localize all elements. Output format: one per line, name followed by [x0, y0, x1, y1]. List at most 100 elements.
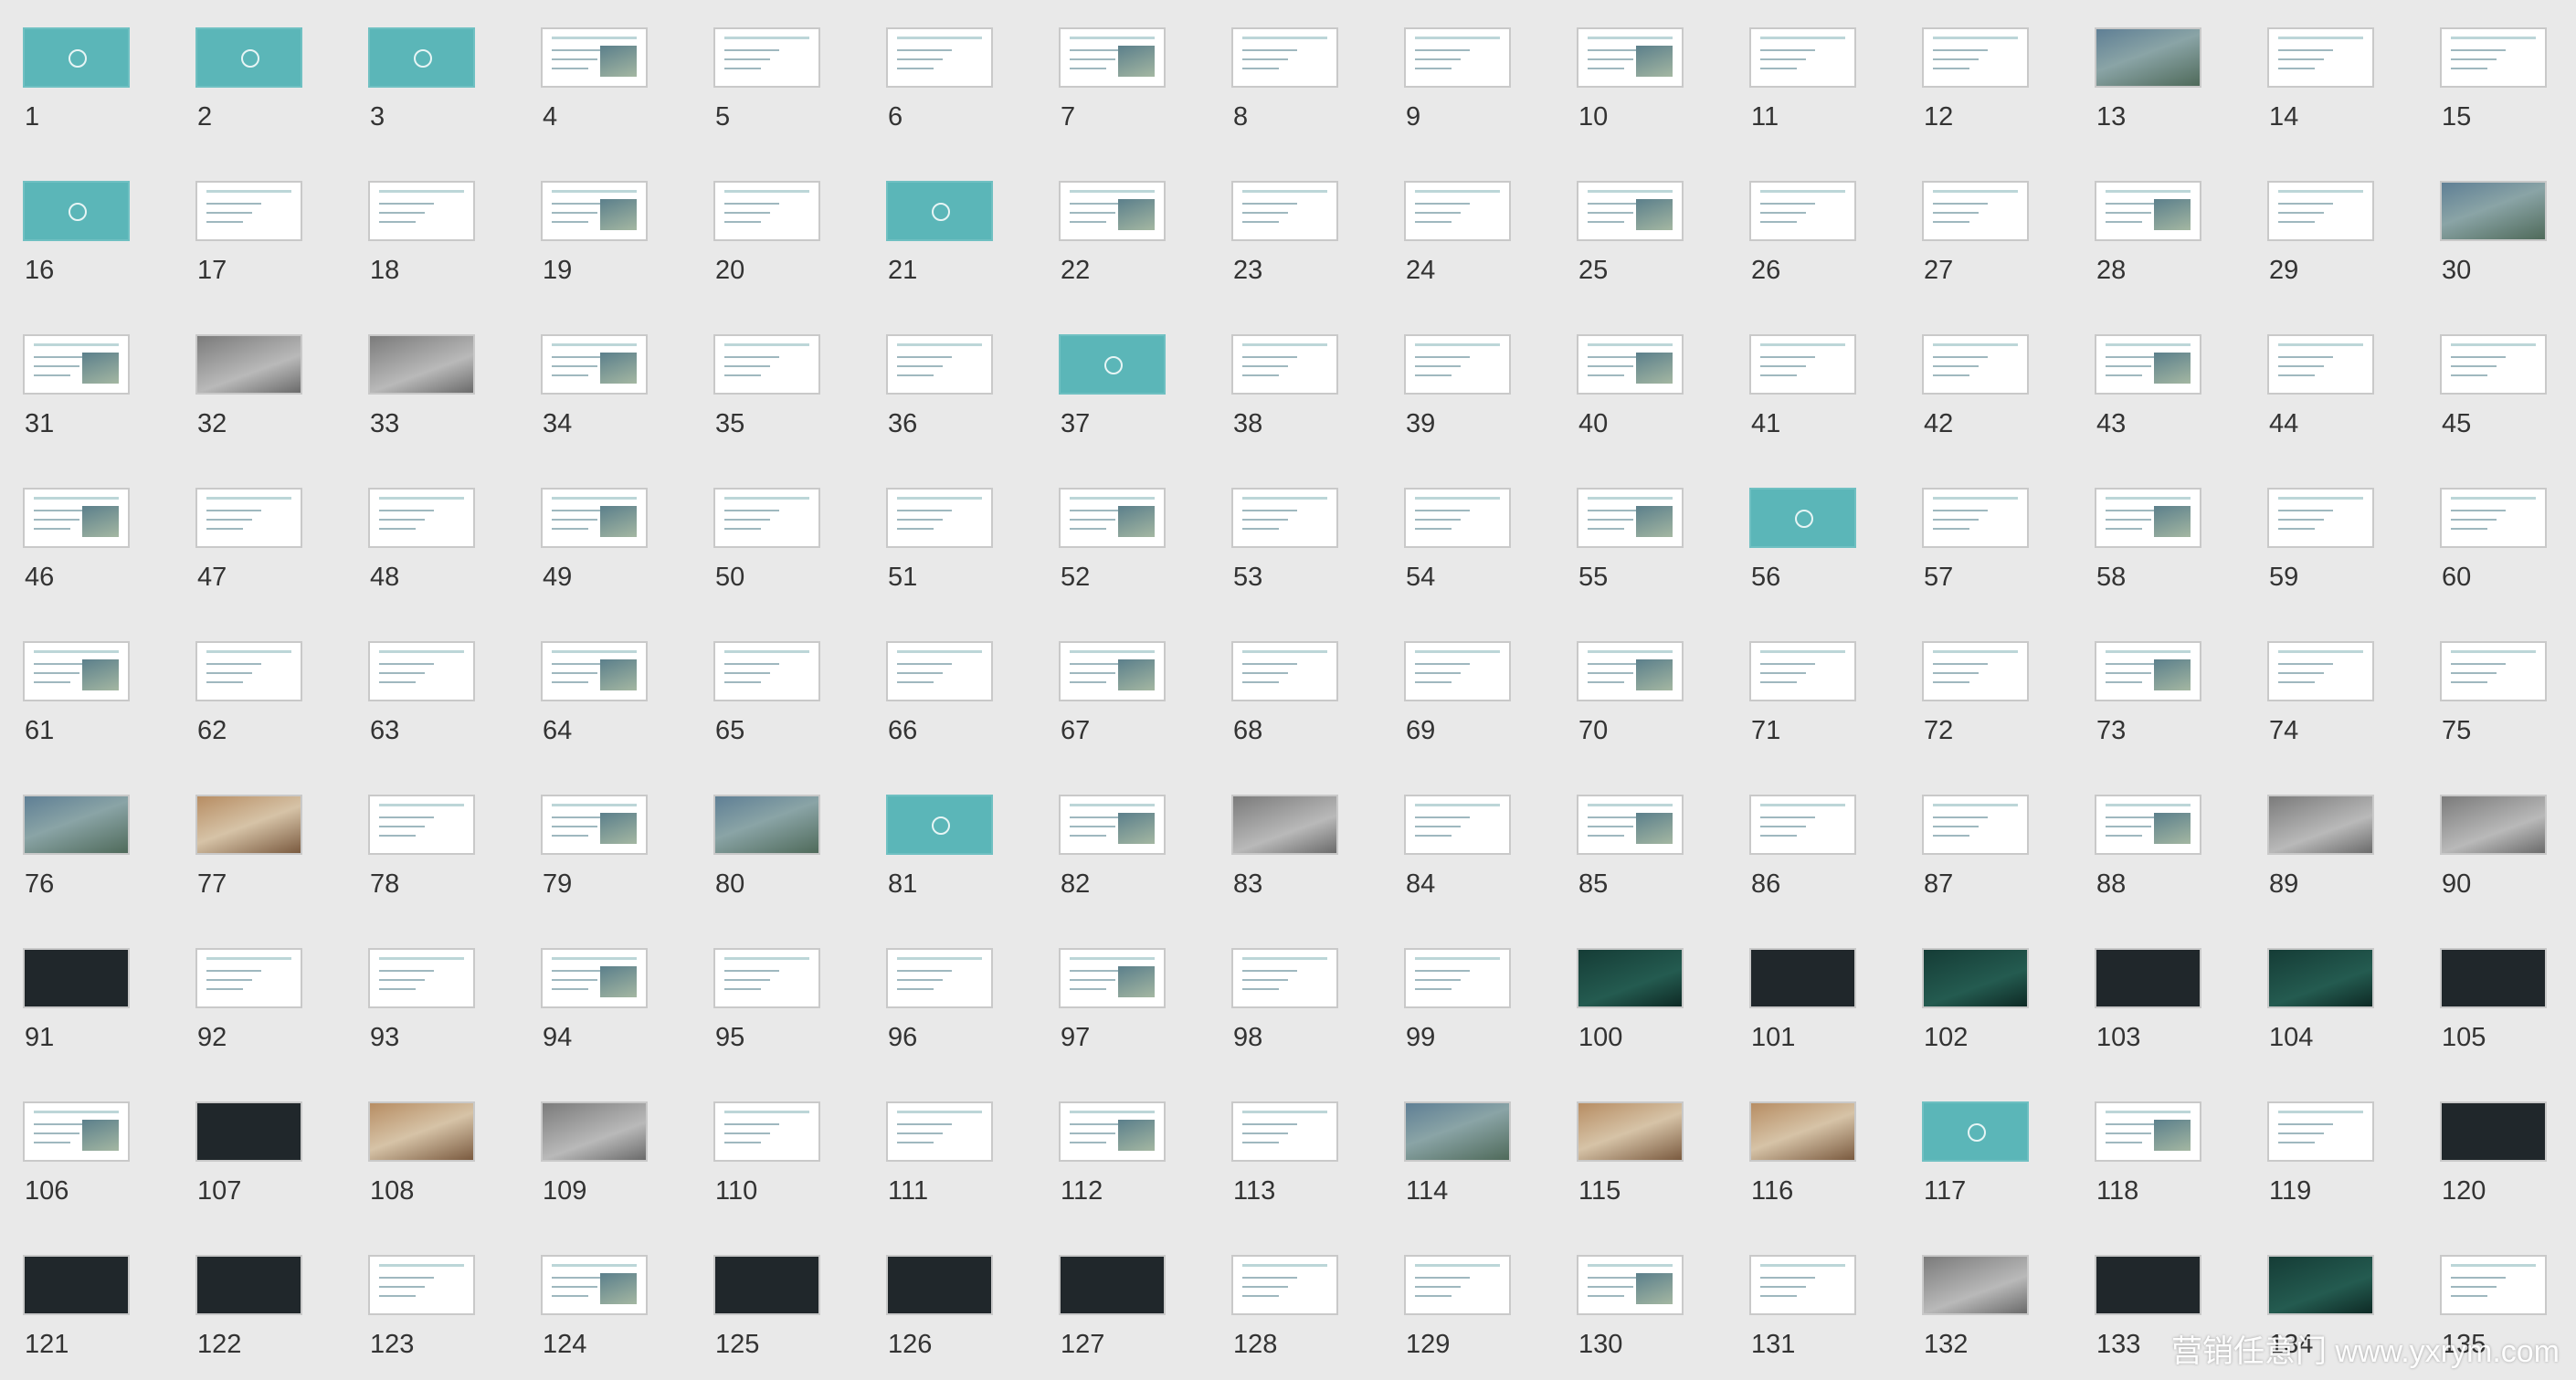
slide-item[interactable]: 93 [368, 948, 542, 1101]
slide-thumbnail[interactable] [2095, 334, 2201, 395]
slide-thumbnail[interactable] [1922, 641, 2029, 701]
slide-thumbnail[interactable] [1577, 1101, 1684, 1162]
slide-thumbnail[interactable] [1577, 488, 1684, 548]
slide-item[interactable]: 77 [195, 795, 369, 948]
slide-item[interactable]: 58 [2095, 488, 2268, 641]
slide-thumbnail[interactable] [541, 948, 648, 1008]
slide-item[interactable]: 130 [1577, 1255, 1750, 1380]
slide-item[interactable]: 85 [1577, 795, 1750, 948]
slide-item[interactable]: 66 [886, 641, 1060, 795]
slide-thumbnail[interactable] [23, 641, 130, 701]
slide-item[interactable]: 9 [1404, 27, 1578, 181]
slide-thumbnail[interactable] [713, 795, 820, 855]
slide-item[interactable]: 19 [541, 181, 714, 334]
slide-thumbnail[interactable] [23, 488, 130, 548]
slide-thumbnail[interactable] [195, 488, 302, 548]
slide-thumbnail[interactable] [886, 795, 993, 855]
slide-item[interactable]: 131 [1749, 1255, 1923, 1380]
slide-item[interactable]: 11 [1749, 27, 1923, 181]
slide-thumbnail[interactable] [368, 488, 475, 548]
slide-item[interactable]: 60 [2440, 488, 2576, 641]
slide-item[interactable]: 29 [2267, 181, 2441, 334]
slide-thumbnail[interactable] [1231, 27, 1338, 88]
slide-thumbnail[interactable] [195, 27, 302, 88]
slide-thumbnail[interactable] [2267, 795, 2374, 855]
slide-item[interactable]: 97 [1059, 948, 1232, 1101]
slide-item[interactable]: 3 [368, 27, 542, 181]
slide-item[interactable]: 48 [368, 488, 542, 641]
slide-thumbnail[interactable] [541, 795, 648, 855]
slide-item[interactable]: 38 [1231, 334, 1405, 488]
slide-item[interactable]: 99 [1404, 948, 1578, 1101]
slide-thumbnail[interactable] [1922, 334, 2029, 395]
slide-thumbnail[interactable] [1922, 181, 2029, 241]
slide-item[interactable]: 61 [23, 641, 196, 795]
slide-thumbnail[interactable] [1231, 1101, 1338, 1162]
slide-thumbnail[interactable] [2440, 641, 2547, 701]
slide-item[interactable]: 45 [2440, 334, 2576, 488]
slide-thumbnail[interactable] [541, 488, 648, 548]
slide-thumbnail[interactable] [1749, 334, 1856, 395]
slide-thumbnail[interactable] [541, 1255, 648, 1315]
slide-thumbnail[interactable] [368, 1255, 475, 1315]
slide-thumbnail[interactable] [368, 795, 475, 855]
slide-item[interactable]: 90 [2440, 795, 2576, 948]
slide-item[interactable]: 14 [2267, 27, 2441, 181]
slide-thumbnail[interactable] [2440, 488, 2547, 548]
slide-thumbnail[interactable] [368, 334, 475, 395]
slide-thumbnail[interactable] [713, 488, 820, 548]
slide-thumbnail[interactable] [23, 795, 130, 855]
slide-item[interactable]: 13 [2095, 27, 2268, 181]
slide-item[interactable]: 129 [1404, 1255, 1578, 1380]
slide-thumbnail[interactable] [541, 27, 648, 88]
slide-item[interactable]: 2 [195, 27, 369, 181]
slide-item[interactable]: 12 [1922, 27, 2096, 181]
slide-thumbnail[interactable] [1059, 181, 1166, 241]
slide-thumbnail[interactable] [195, 1101, 302, 1162]
slide-thumbnail[interactable] [2440, 1101, 2547, 1162]
slide-item[interactable]: 7 [1059, 27, 1232, 181]
slide-item[interactable]: 100 [1577, 948, 1750, 1101]
slide-thumbnail[interactable] [1577, 948, 1684, 1008]
slide-thumbnail[interactable] [1059, 334, 1166, 395]
slide-thumbnail[interactable] [1749, 27, 1856, 88]
slide-item[interactable]: 84 [1404, 795, 1578, 948]
slide-item[interactable]: 43 [2095, 334, 2268, 488]
slide-thumbnail[interactable] [541, 334, 648, 395]
slide-item[interactable]: 122 [195, 1255, 369, 1380]
slide-item[interactable]: 67 [1059, 641, 1232, 795]
slide-thumbnail[interactable] [2267, 181, 2374, 241]
slide-thumbnail[interactable] [1231, 948, 1338, 1008]
slide-thumbnail[interactable] [2267, 1255, 2374, 1315]
slide-item[interactable]: 15 [2440, 27, 2576, 181]
slide-thumbnail[interactable] [2095, 488, 2201, 548]
slide-item[interactable]: 117 [1922, 1101, 2096, 1255]
slide-thumbnail[interactable] [713, 181, 820, 241]
slide-thumbnail[interactable] [2440, 334, 2547, 395]
slide-item[interactable]: 17 [195, 181, 369, 334]
slide-thumbnail[interactable] [2440, 181, 2547, 241]
slide-thumbnail[interactable] [1231, 181, 1338, 241]
slide-item[interactable]: 123 [368, 1255, 542, 1380]
slide-thumbnail[interactable] [23, 27, 130, 88]
slide-thumbnail[interactable] [195, 641, 302, 701]
slide-thumbnail[interactable] [1749, 1255, 1856, 1315]
slide-thumbnail[interactable] [2095, 181, 2201, 241]
slide-thumbnail[interactable] [2095, 948, 2201, 1008]
slide-thumbnail[interactable] [1059, 1101, 1166, 1162]
slide-thumbnail[interactable] [1922, 488, 2029, 548]
slide-item[interactable]: 126 [886, 1255, 1060, 1380]
slide-item[interactable]: 49 [541, 488, 714, 641]
slide-item[interactable]: 28 [2095, 181, 2268, 334]
slide-thumbnail[interactable] [1749, 181, 1856, 241]
slide-thumbnail[interactable] [1059, 948, 1166, 1008]
slide-thumbnail[interactable] [195, 1255, 302, 1315]
slide-item[interactable]: 39 [1404, 334, 1578, 488]
slide-item[interactable]: 24 [1404, 181, 1578, 334]
slide-item[interactable]: 62 [195, 641, 369, 795]
slide-item[interactable]: 125 [713, 1255, 887, 1380]
slide-thumbnail[interactable] [1059, 641, 1166, 701]
slide-thumbnail[interactable] [1922, 1101, 2029, 1162]
slide-thumbnail[interactable] [2267, 641, 2374, 701]
slide-thumbnail[interactable] [195, 334, 302, 395]
